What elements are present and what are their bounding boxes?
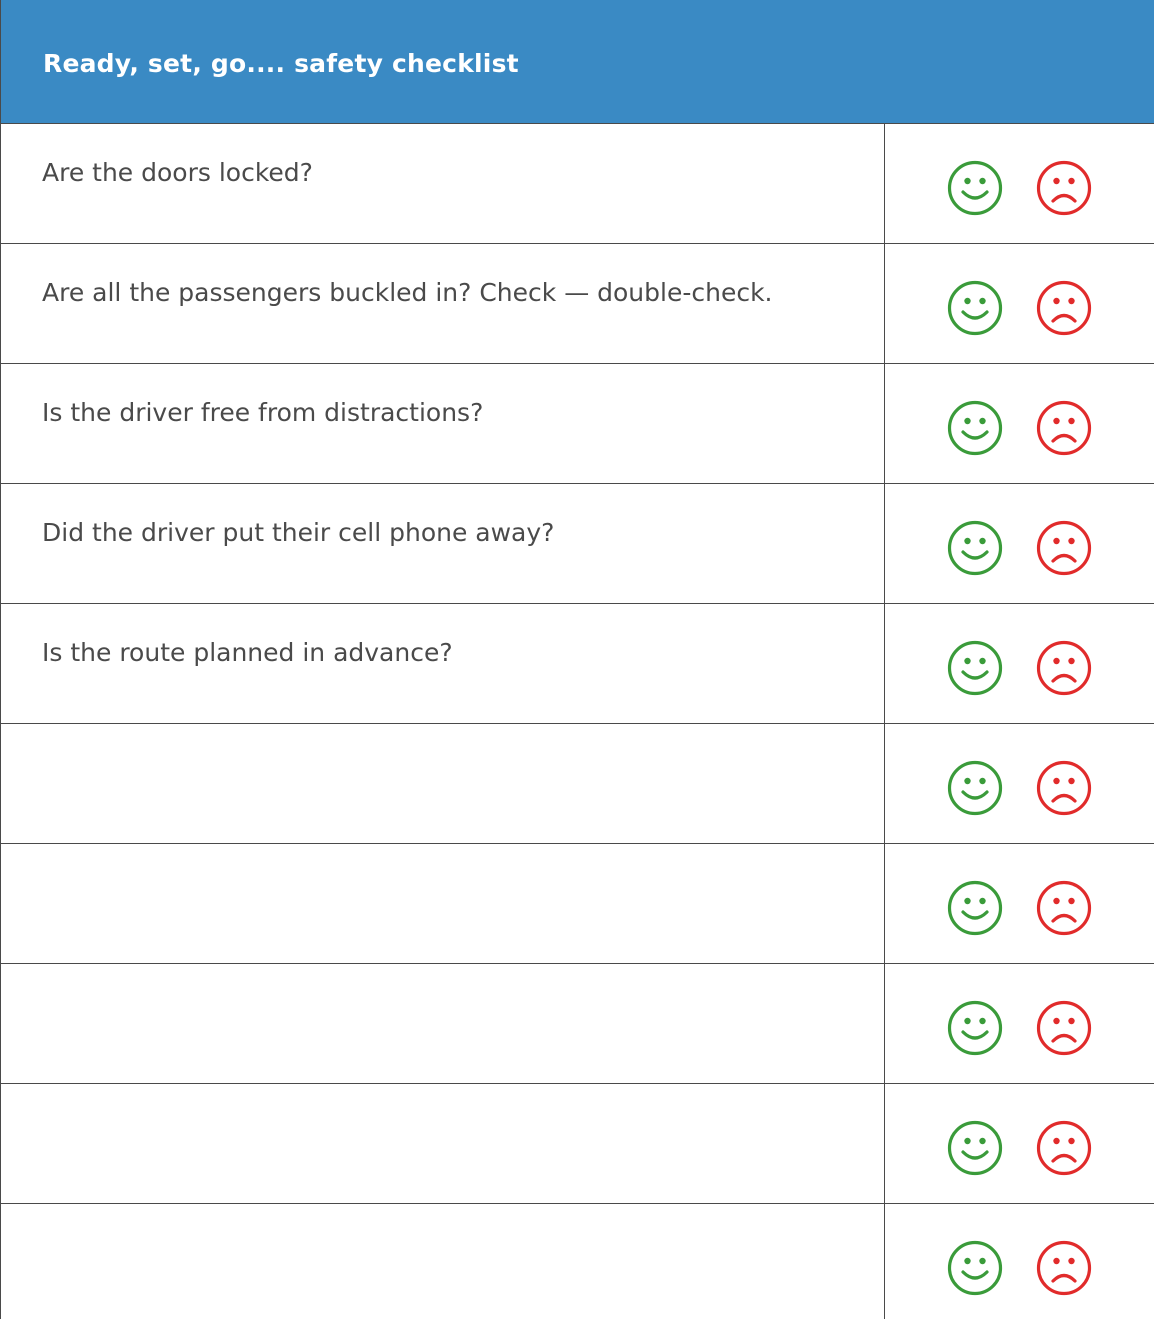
answer-cell — [885, 1084, 1154, 1203]
checklist-row: Is the route planned in advance? — [1, 604, 1154, 724]
checklist-question — [1, 724, 885, 843]
checklist-row — [1, 1084, 1154, 1204]
checklist-question — [1, 964, 885, 1083]
answer-cell — [885, 124, 1154, 243]
frowning-face-icon[interactable] — [1035, 519, 1093, 577]
checklist-question: Are all the passengers buckled in? Check… — [1, 244, 885, 363]
frowning-face-icon[interactable] — [1035, 879, 1093, 937]
smiley-face-icon[interactable] — [946, 279, 1004, 337]
smiley-face-icon[interactable] — [946, 759, 1004, 817]
frowning-face-icon[interactable] — [1035, 999, 1093, 1057]
answer-cell — [885, 844, 1154, 963]
checklist-header: Ready, set, go.... safety checklist — [1, 0, 1154, 124]
answer-cell — [885, 364, 1154, 483]
checklist-row: Did the driver put their cell phone away… — [1, 484, 1154, 604]
answer-cell — [885, 604, 1154, 723]
answer-cell — [885, 964, 1154, 1083]
smiley-face-icon[interactable] — [946, 159, 1004, 217]
checklist-question: Is the driver free from distractions? — [1, 364, 885, 483]
checklist-title: Ready, set, go.... safety checklist — [43, 49, 519, 78]
checklist-question — [1, 844, 885, 963]
safety-checklist: Ready, set, go.... safety checklist Are … — [0, 0, 1154, 1319]
smiley-face-icon[interactable] — [946, 399, 1004, 457]
answer-cell — [885, 484, 1154, 603]
frowning-face-icon[interactable] — [1035, 399, 1093, 457]
checklist-row: Is the driver free from distractions? — [1, 364, 1154, 484]
checklist-row — [1, 724, 1154, 844]
checklist-row — [1, 1204, 1154, 1319]
checklist-question — [1, 1204, 885, 1319]
smiley-face-icon[interactable] — [946, 1119, 1004, 1177]
checklist-question: Did the driver put their cell phone away… — [1, 484, 885, 603]
frowning-face-icon[interactable] — [1035, 639, 1093, 697]
checklist-question — [1, 1084, 885, 1203]
checklist-row: Are all the passengers buckled in? Check… — [1, 244, 1154, 364]
smiley-face-icon[interactable] — [946, 639, 1004, 697]
checklist-row: Are the doors locked? — [1, 124, 1154, 244]
smiley-face-icon[interactable] — [946, 1239, 1004, 1297]
answer-cell — [885, 244, 1154, 363]
frowning-face-icon[interactable] — [1035, 159, 1093, 217]
frowning-face-icon[interactable] — [1035, 1119, 1093, 1177]
frowning-face-icon[interactable] — [1035, 759, 1093, 817]
checklist-row — [1, 844, 1154, 964]
smiley-face-icon[interactable] — [946, 999, 1004, 1057]
checklist-rows: Are the doors locked? Are all the passeng… — [1, 124, 1154, 1319]
checklist-row — [1, 964, 1154, 1084]
checklist-question: Is the route planned in advance? — [1, 604, 885, 723]
checklist-question: Are the doors locked? — [1, 124, 885, 243]
smiley-face-icon[interactable] — [946, 879, 1004, 937]
answer-cell — [885, 1204, 1154, 1319]
smiley-face-icon[interactable] — [946, 519, 1004, 577]
frowning-face-icon[interactable] — [1035, 1239, 1093, 1297]
answer-cell — [885, 724, 1154, 843]
frowning-face-icon[interactable] — [1035, 279, 1093, 337]
